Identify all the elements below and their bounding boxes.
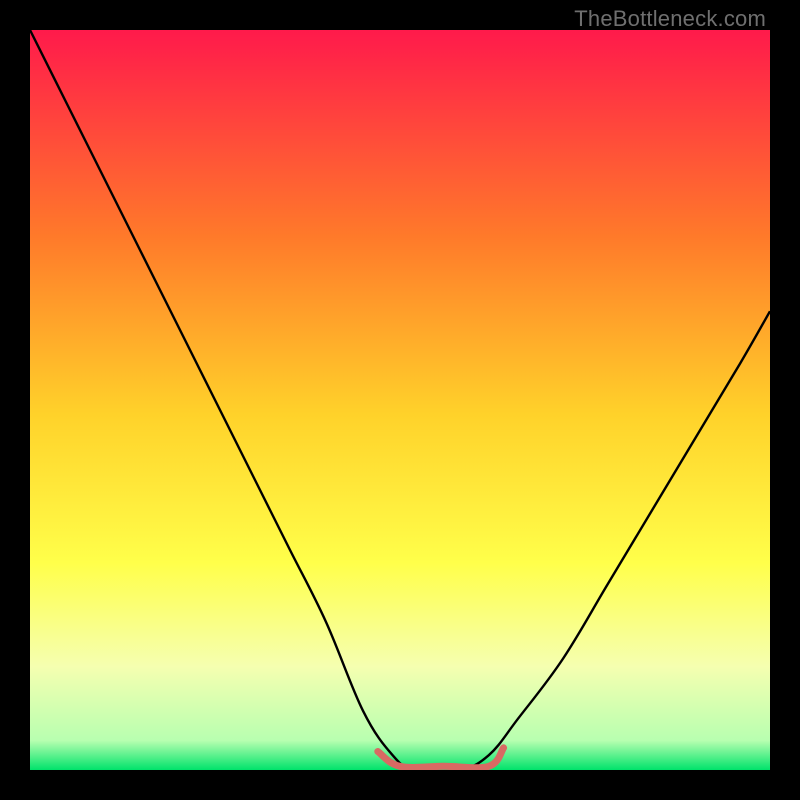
plot-area — [30, 30, 770, 770]
bottleneck-curve — [30, 30, 770, 770]
watermark-text: TheBottleneck.com — [574, 6, 766, 32]
bottleneck-curve-layer — [30, 30, 770, 770]
